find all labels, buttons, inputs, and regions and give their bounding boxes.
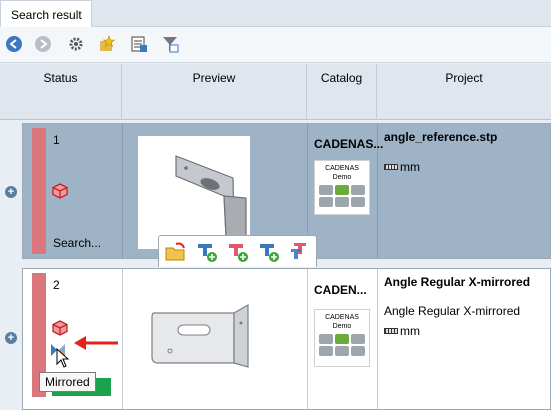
part-preview-image[interactable] [148,303,274,373]
unit-text: mm [400,324,420,338]
mirrored-tooltip: Mirrored [39,372,96,392]
logo-text: CADENAS Demo [325,165,359,181]
column-header-row: Status Preview Catalog Project [0,64,551,120]
logo-text: CADENAS Demo [325,314,359,330]
tab-search-result[interactable]: Search result [0,0,92,27]
open-folder-icon[interactable] [164,240,188,264]
catalog-title: CADEN... [314,283,367,297]
unit-label: mm [384,324,420,338]
back-arrow-icon[interactable] [4,34,24,54]
catalog-cell: CADEN... CADENAS Demo [308,269,378,409]
favorites-star-icon[interactable] [97,34,117,54]
column-header-status[interactable]: Status [0,64,122,120]
catalog-cell: CADENAS... CADENAS Demo [308,124,383,258]
row-number: 1 [53,133,60,147]
status-cell: 1 Search... [23,124,123,258]
forward-arrow-icon[interactable] [33,34,53,54]
part-cube-icon [52,183,68,199]
status-text: Search... [53,236,102,250]
cadenas-demo-logo: CADENAS Demo [314,160,370,215]
project-cell: Angle Regular X-mirrored Angle Regular X… [378,269,551,409]
column-header-preview[interactable]: Preview [122,64,307,120]
annotation-arrow [74,336,118,350]
cadenas-demo-logo: CADENAS Demo [314,309,370,367]
tab-bar: Search result [0,0,551,27]
part-preview-image[interactable] [138,136,250,249]
part-cube-icon [52,320,68,336]
expand-row-2-button[interactable]: + [5,332,17,344]
ruler-icon [384,164,398,170]
mouse-cursor-icon [56,348,70,368]
export-table-icon[interactable] [129,34,149,54]
add-blue-part-icon[interactable] [195,240,219,264]
column-header-catalog[interactable]: Catalog [307,64,377,120]
project-title: angle_reference.stp [384,130,498,144]
add-red-part-icon[interactable] [226,240,250,264]
project-subtitle: Angle Regular X-mirrored [384,304,521,318]
unit-text: mm [400,160,420,174]
settings-gear-icon[interactable] [66,34,86,54]
ruler-icon [384,328,398,334]
row-number: 2 [53,278,60,292]
status-bar [32,128,46,254]
filter-table-icon[interactable] [160,34,180,54]
toolbar [0,27,551,63]
column-header-project[interactable]: Project [377,64,551,120]
compare-parts-icon[interactable] [288,240,312,264]
add-part-variant-icon[interactable] [257,240,281,264]
project-cell: angle_reference.stp mm [378,124,551,258]
catalog-title: CADENAS... [314,137,384,151]
expand-row-1-button[interactable]: + [5,186,17,198]
unit-label: mm [384,160,420,174]
row-action-popup [158,235,317,267]
project-title: Angle Regular X-mirrored [384,275,531,289]
preview-cell [123,269,308,409]
